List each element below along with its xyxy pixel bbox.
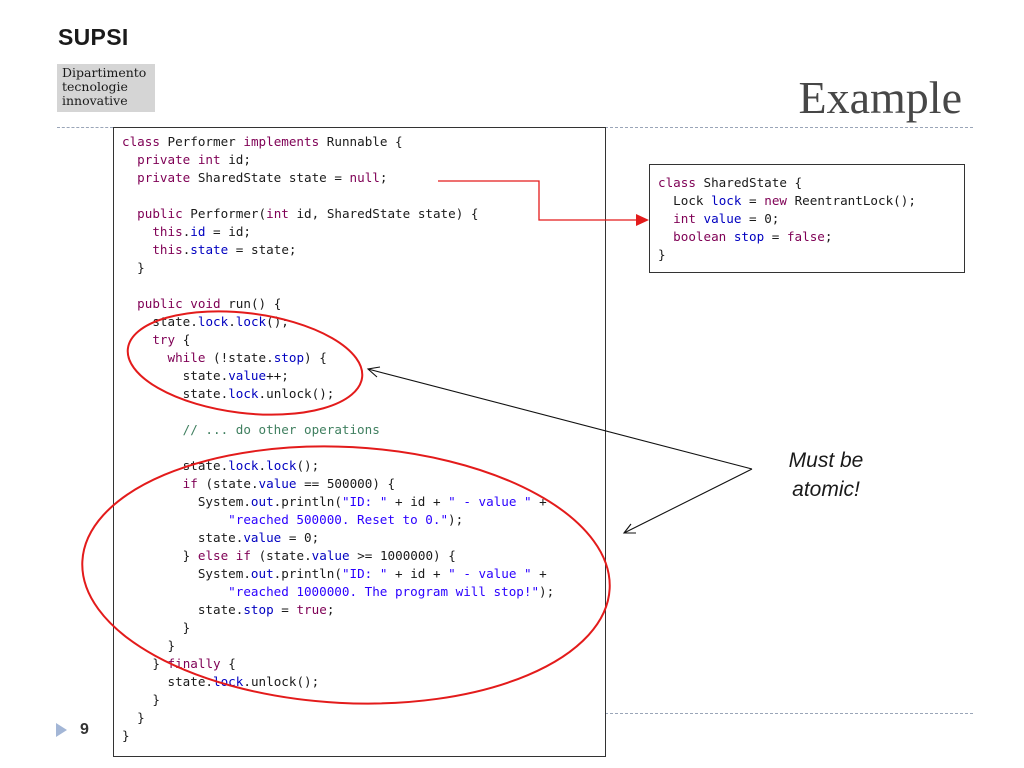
annotation-overlay [81,180,753,705]
highlight-ellipse-bottom [81,445,611,705]
pointer-line-top [367,368,753,470]
state-link-arrowhead [636,214,649,226]
page-bullet-icon [56,723,67,737]
atomic-note-line-1: Must be [788,449,864,472]
atomic-note: Must be atomic! [756,446,896,504]
state-link-line [438,180,638,221]
atomic-note-line-2: atomic! [792,478,860,501]
pointer-line-bottom [623,468,753,534]
page-number: 9 [80,721,89,738]
highlight-ellipse-top [126,310,364,416]
